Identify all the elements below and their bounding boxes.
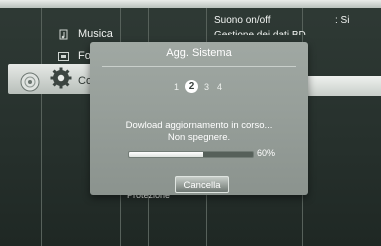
sidebar-item-label: Musica <box>78 28 113 40</box>
progress-bar <box>128 151 254 158</box>
photo-icon <box>58 51 69 62</box>
step-2-current: 2 <box>185 80 198 93</box>
top-bar <box>0 0 381 8</box>
step-3: 3 <box>203 81 209 92</box>
dialog-title: Agg. Sistema <box>166 47 232 59</box>
music-icon <box>58 29 69 40</box>
progress-fill <box>129 152 204 157</box>
warning-message: Non spegnere. <box>167 132 231 143</box>
setting-label: Suono on/off <box>214 15 271 26</box>
status-message: Dowload aggiornamento in corso... <box>125 120 273 131</box>
gear-icon <box>50 67 72 89</box>
divider <box>102 66 296 67</box>
progress-percent: 60% <box>257 148 276 158</box>
setting-label: Gestione dei dati BD <box>214 30 306 41</box>
column-divider <box>41 8 42 246</box>
setting-row-sound[interactable]: Suono on/off <box>214 15 271 26</box>
setting-value: : Si <box>335 15 350 26</box>
sidebar-item-music[interactable]: Musica <box>58 28 113 40</box>
settings-screen: Musica Fot Co Suono on/off: Si Gestione… <box>0 0 381 246</box>
disc-icon <box>20 72 40 92</box>
setting-row-bd-data[interactable]: Gestione dei dati BD <box>214 30 306 41</box>
step-4: 4 <box>216 81 222 92</box>
step-1: 1 <box>173 81 179 92</box>
system-update-dialog: Agg. Sistema 1 2 3 4 Dowload aggiornamen… <box>90 42 308 195</box>
selected-setting-row[interactable] <box>302 76 381 96</box>
step-indicator: 1 2 3 4 <box>172 80 224 93</box>
sidebar-item-photo[interactable]: Fot <box>58 50 94 62</box>
cancel-button[interactable]: Cancella <box>175 176 229 193</box>
